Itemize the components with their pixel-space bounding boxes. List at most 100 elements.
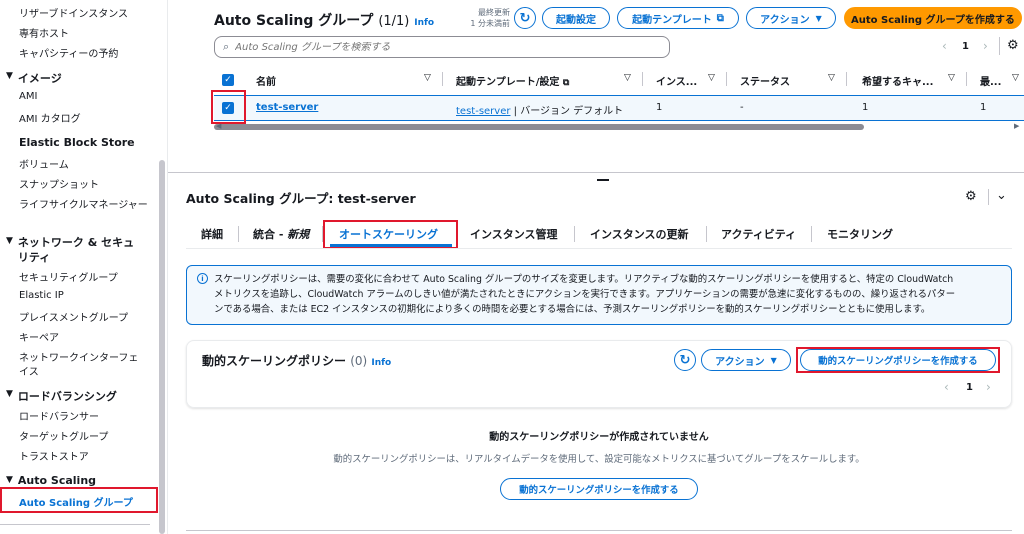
create-dynamic-scaling-policy-button[interactable]: 動的スケーリングポリシーを作成する (800, 349, 996, 371)
sort-icon[interactable]: ▽ (948, 73, 955, 83)
nav-item-ami-catalog[interactable]: AMI カタログ (19, 110, 81, 125)
row-name-link[interactable]: test-server (256, 102, 318, 113)
launch-template-button[interactable]: 起動テンプレート ⧉ (617, 7, 739, 29)
external-link-icon: ⧉ (562, 78, 570, 88)
external-link-icon: ⧉ (716, 12, 724, 24)
sort-icon[interactable]: ▽ (424, 73, 431, 83)
nav-item-reserved-instances[interactable]: リザーブドインスタンス (19, 5, 128, 20)
select-all-checkbox[interactable]: ✓ (222, 74, 234, 86)
panel-split-divider (168, 172, 1024, 173)
collapse-chevron-icon[interactable]: ⌄ (996, 188, 1007, 203)
nav-item-security-groups[interactable]: セキュリティグループ (19, 269, 118, 284)
detail-title: Auto Scaling グループ: test-server (186, 191, 416, 206)
sidebar-navigation: リザーブドインスタンス 専有ホスト キャパシティーの予約 ▼ イメージ AMI A… (0, 0, 168, 534)
row-template-link[interactable]: test-server (456, 106, 510, 117)
nav-item-load-balancers[interactable]: ロードバランサー (19, 408, 99, 423)
refresh-button[interactable]: ↻ (674, 349, 696, 371)
create-auto-scaling-group-button[interactable]: Auto Scaling グループを作成する (844, 7, 1022, 29)
settings-gear-icon[interactable]: ⚙ (1007, 38, 1019, 53)
search-input[interactable] (235, 41, 656, 53)
sort-icon[interactable]: ▽ (1012, 73, 1019, 83)
refresh-button[interactable]: ↻ (514, 7, 536, 29)
page-number[interactable]: 1 (962, 41, 969, 52)
nav-section-auto-scaling[interactable]: ▼ Auto Scaling (6, 474, 96, 487)
row-launch-template: test-server | バージョン デフォルト (456, 106, 624, 117)
sort-icon[interactable]: ▽ (708, 73, 715, 83)
last-updated: 最終更新 1 分未満前 (470, 8, 510, 28)
scroll-left-icon[interactable]: ◀ (216, 122, 221, 130)
nav-item-network-interfaces[interactable]: ネットワークインターフェ (19, 349, 138, 364)
tab-instance-management[interactable]: インスタンス管理 (470, 226, 558, 242)
column-header-min[interactable]: 最... (980, 73, 1001, 88)
column-header-desired-capacity[interactable]: 希望するキャ... (862, 73, 933, 88)
column-header-name[interactable]: 名前 (256, 73, 276, 88)
divider (988, 189, 989, 205)
nav-item-elastic-ip[interactable]: Elastic IP (19, 290, 64, 301)
nav-item-trust-stores[interactable]: トラストストア (19, 448, 89, 463)
prev-page-icon[interactable]: ‹ (944, 380, 949, 394)
nav-item-target-groups[interactable]: ターゲットグループ (19, 428, 108, 443)
tab-monitoring[interactable]: モニタリング (827, 226, 893, 242)
caret-down-icon: ▼ (6, 236, 13, 246)
column-header-launch-template[interactable]: 起動テンプレート/設定 ⧉ (456, 73, 569, 88)
nav-item-ami[interactable]: AMI (19, 91, 37, 102)
nav-item-lifecycle-manager[interactable]: ライフサイクルマネージャー (19, 196, 148, 211)
nav-section-ebs: Elastic Block Store (19, 136, 135, 149)
column-header-status[interactable]: ステータス (740, 73, 790, 88)
tabs-underline (186, 248, 1012, 249)
info-link[interactable]: Info (371, 358, 391, 368)
nav-item-dedicated-hosts[interactable]: 専有ホスト (19, 25, 69, 40)
launch-configuration-button[interactable]: 起動設定 (542, 7, 610, 29)
refresh-icon: ↻ (679, 352, 691, 368)
column-divider (642, 72, 643, 86)
horizontal-scrollbar[interactable] (214, 124, 864, 130)
next-page-icon[interactable]: › (986, 380, 991, 394)
create-dynamic-scaling-policy-empty-button[interactable]: 動的スケーリングポリシーを作成する (500, 478, 698, 500)
tab-instance-refresh[interactable]: インスタンスの更新 (590, 226, 689, 242)
caret-down-icon: ▼ (6, 389, 13, 399)
column-divider (966, 72, 967, 86)
nav-section-network-security[interactable]: ▼ ネットワーク & セキュ リティ (6, 235, 134, 265)
caret-down-icon: ▼ (815, 13, 822, 23)
nav-item-placement-groups[interactable]: プレイスメントグループ (19, 309, 128, 324)
nav-item-volumes[interactable]: ボリューム (19, 156, 69, 171)
search-box[interactable]: ⌕ (214, 36, 670, 58)
prev-page-icon[interactable]: ‹ (942, 39, 947, 53)
sort-icon[interactable]: ▽ (624, 73, 631, 83)
column-divider (442, 72, 443, 86)
sort-icon[interactable]: ▽ (828, 73, 835, 83)
tab-integrations[interactable]: 統合 - 新規 (253, 226, 309, 242)
nav-section-images[interactable]: ▼ イメージ (6, 70, 62, 86)
scroll-right-icon[interactable]: ▶ (1014, 122, 1019, 130)
nav-item-network-interfaces-cont[interactable]: イス (19, 363, 39, 378)
tab-auto-scaling[interactable]: オートスケーリング (339, 226, 438, 242)
row-checkbox[interactable]: ✓ (222, 102, 234, 114)
row-status: - (740, 102, 744, 113)
empty-state-description: 動的スケーリングポリシーは、リアルタイムデータを使用して、設定可能なメトリクスに… (333, 454, 865, 465)
row-min: 1 (980, 102, 987, 113)
policy-actions-dropdown[interactable]: アクション ▼ (701, 349, 791, 371)
next-page-icon[interactable]: › (983, 39, 988, 53)
tab-details[interactable]: 詳細 (201, 226, 223, 242)
search-icon: ⌕ (223, 40, 230, 53)
tab-activity[interactable]: アクティビティ (721, 226, 796, 242)
column-divider (726, 72, 727, 86)
row-desired-capacity: 1 (862, 102, 869, 113)
row-instances: 1 (656, 102, 663, 113)
divider (999, 37, 1000, 55)
page-number[interactable]: 1 (966, 382, 973, 393)
nav-section-load-balancing[interactable]: ▼ ロードバランシング (6, 388, 117, 404)
column-header-instances[interactable]: インス... (656, 73, 697, 88)
tab-divider (238, 226, 239, 242)
sidebar-scrollbar[interactable] (159, 160, 165, 534)
tab-divider (322, 226, 323, 242)
actions-dropdown[interactable]: アクション ▼ (746, 7, 836, 29)
nav-item-snapshots[interactable]: スナップショット (19, 176, 99, 191)
settings-gear-icon[interactable]: ⚙ (965, 189, 977, 204)
page-title: Auto Scaling グループ (1/1) Info (214, 13, 435, 29)
info-link[interactable]: Info (414, 18, 434, 28)
nav-item-key-pairs[interactable]: キーペア (19, 329, 59, 344)
nav-item-capacity-reservations[interactable]: キャパシティーの予約 (19, 45, 118, 60)
resize-handle[interactable] (597, 179, 609, 181)
nav-item-auto-scaling-groups[interactable]: Auto Scaling グループ (19, 494, 133, 509)
